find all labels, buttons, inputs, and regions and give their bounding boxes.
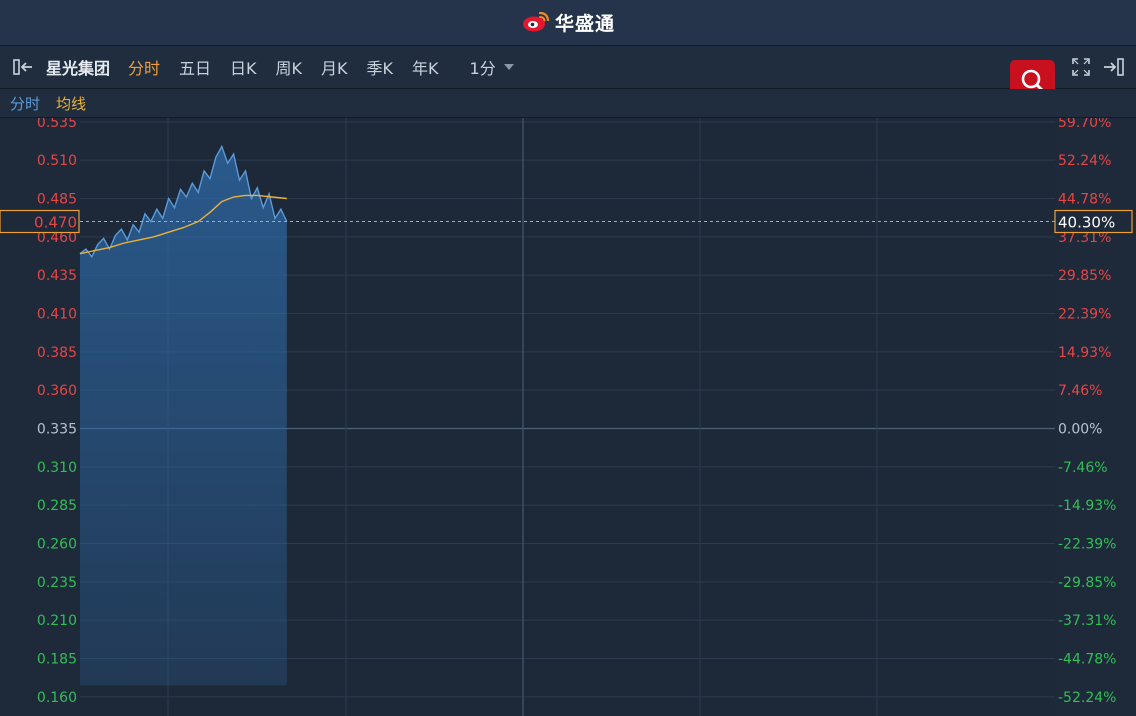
y-tick-label: 0.360 bbox=[37, 383, 77, 399]
intraday-chart[interactable]: 0.535 59.70%0.510 52.24%0.485 44.78%0.460 37… bbox=[0, 118, 1136, 716]
pct-tick-label: 0.00% bbox=[1058, 422, 1102, 438]
chevron-down-icon bbox=[503, 64, 514, 70]
y-tick-label: 0.160 bbox=[37, 690, 77, 706]
stock-name: 星光集团 bbox=[46, 59, 111, 78]
exit-panel-icon[interactable] bbox=[1102, 56, 1126, 82]
tab-monthly-k[interactable]: 月K bbox=[321, 55, 348, 79]
pct-tick-label: -52.24% bbox=[1058, 690, 1116, 706]
collapse-panel-icon[interactable] bbox=[12, 56, 38, 78]
weibo-logo-icon bbox=[521, 9, 551, 37]
y-tick-label: 0.485 bbox=[37, 192, 77, 208]
current-change-label: 40.30% bbox=[1058, 214, 1115, 232]
chart-legend: 分时 均线 bbox=[0, 89, 1136, 118]
y-tick-label: 0.285 bbox=[37, 498, 77, 514]
pct-tick-label: 44.78% bbox=[1058, 192, 1111, 208]
y-tick-label: 0.235 bbox=[37, 575, 77, 591]
interval-select[interactable]: 1分 bbox=[470, 55, 514, 79]
y-tick-label: 0.185 bbox=[37, 652, 77, 668]
legend-average: 均线 bbox=[56, 94, 87, 113]
y-tick-label: 0.335 bbox=[37, 422, 77, 438]
interval-value: 1分 bbox=[469, 59, 496, 78]
pct-tick-label: -37.31% bbox=[1058, 613, 1116, 629]
tab-yearly-k[interactable]: 年K bbox=[412, 55, 439, 79]
tab-intraday[interactable]: 分时 bbox=[128, 55, 160, 79]
fullscreen-icon[interactable] bbox=[1070, 56, 1092, 82]
toolbar: 星光集团 分时 五日 日K 周K 月K 季K 年K 1分 bbox=[0, 46, 1136, 89]
y-tick-label: 0.260 bbox=[37, 537, 77, 553]
tab-weekly-k[interactable]: 周K bbox=[276, 55, 303, 79]
pct-tick-label: 29.85% bbox=[1058, 268, 1111, 284]
pct-tick-label: -7.46% bbox=[1058, 460, 1108, 476]
app-header: 华盛通 bbox=[0, 0, 1136, 46]
y-tick-label: 0.410 bbox=[37, 307, 77, 323]
y-tick-label: 0.210 bbox=[37, 613, 77, 629]
pct-tick-label: 14.93% bbox=[1058, 345, 1111, 361]
toolbar-right bbox=[1070, 56, 1126, 82]
tab-quarterly-k[interactable]: 季K bbox=[367, 55, 394, 79]
pct-tick-label: -22.39% bbox=[1058, 537, 1116, 553]
pct-tick-label: 7.46% bbox=[1058, 383, 1102, 399]
pct-tick-label: 22.39% bbox=[1058, 307, 1111, 323]
current-price-label: 0.470 bbox=[34, 214, 77, 232]
y-tick-label: 0.535 bbox=[37, 118, 77, 131]
pct-tick-label: 52.24% bbox=[1058, 153, 1111, 169]
tab-daily-k[interactable]: 日K bbox=[230, 55, 257, 79]
brand: 华盛通 bbox=[521, 9, 615, 37]
y-tick-label: 0.385 bbox=[37, 345, 77, 361]
tab-five-day[interactable]: 五日 bbox=[179, 55, 211, 79]
y-tick-label: 0.435 bbox=[37, 268, 77, 284]
y-tick-label: 0.510 bbox=[37, 153, 77, 169]
brand-name: 华盛通 bbox=[554, 13, 615, 35]
pct-tick-label: -44.78% bbox=[1058, 652, 1116, 668]
pct-tick-label: 59.70% bbox=[1058, 118, 1111, 131]
pct-tick-label: -14.93% bbox=[1058, 498, 1116, 514]
pct-tick-label: -29.85% bbox=[1058, 575, 1116, 591]
y-tick-label: 0.310 bbox=[37, 460, 77, 476]
legend-price: 分时 bbox=[10, 94, 41, 113]
